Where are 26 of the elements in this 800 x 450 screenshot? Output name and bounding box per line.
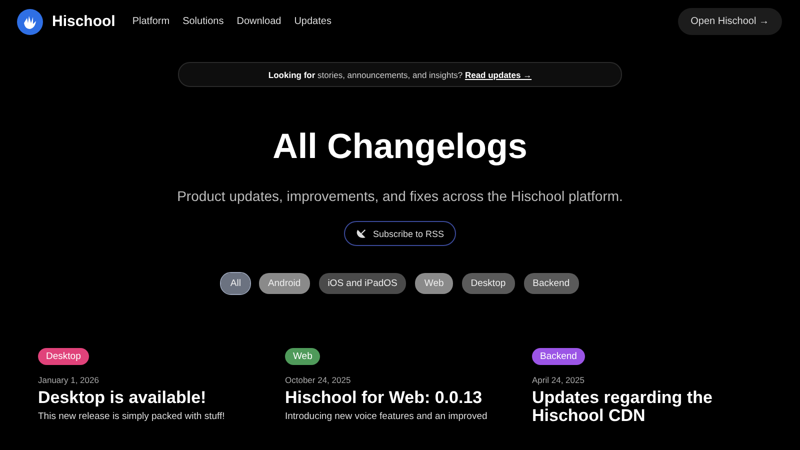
banner-text: Looking for stories, announcements, and insights? Read updates → — [268, 70, 532, 80]
nav-link[interactable]: Updates — [294, 16, 332, 27]
post-summary: Introducing new voice features and an improved — [285, 411, 488, 422]
post-title[interactable]: Desktop is available! — [38, 389, 206, 407]
post-date: October 24, 2025 — [285, 375, 351, 385]
open-app-button[interactable]: Open Hischool → — [678, 8, 782, 35]
satellite-dish-icon — [356, 228, 367, 239]
post-title[interactable]: Hischool for Web: 0.0.13 — [285, 389, 482, 407]
filter-chip[interactable]: All — [221, 273, 250, 294]
post-date: January 1, 2026 — [38, 375, 99, 385]
nav-link[interactable]: Solutions — [182, 16, 224, 27]
subscribe-rss-button[interactable]: Subscribe to RSS — [344, 221, 456, 246]
post-title[interactable]: Updates regarding the Hischool CDN — [532, 389, 769, 425]
page-heading: All Changelogs — [272, 127, 528, 167]
post-date: April 24, 2025 — [532, 375, 584, 385]
nav-link[interactable]: Platform — [132, 16, 170, 27]
post-summary: This new release is simply packed with stuff! — [38, 411, 225, 422]
filter-chip[interactable]: Backend — [524, 273, 579, 294]
filter-chip[interactable]: iOS and iPadOS — [318, 273, 406, 294]
read-updates-link[interactable]: Read updates → — [464, 70, 532, 80]
category-tag[interactable]: Backend — [532, 348, 585, 365]
page-subtitle: Product updates, improvements, and fixes across the Hischool platform. — [176, 188, 624, 204]
category-tag[interactable]: Desktop — [38, 348, 89, 365]
filter-chip[interactable]: Desktop — [462, 273, 515, 294]
nav-link[interactable]: Download — [236, 16, 282, 27]
brand-name[interactable]: Hischool — [52, 13, 116, 30]
